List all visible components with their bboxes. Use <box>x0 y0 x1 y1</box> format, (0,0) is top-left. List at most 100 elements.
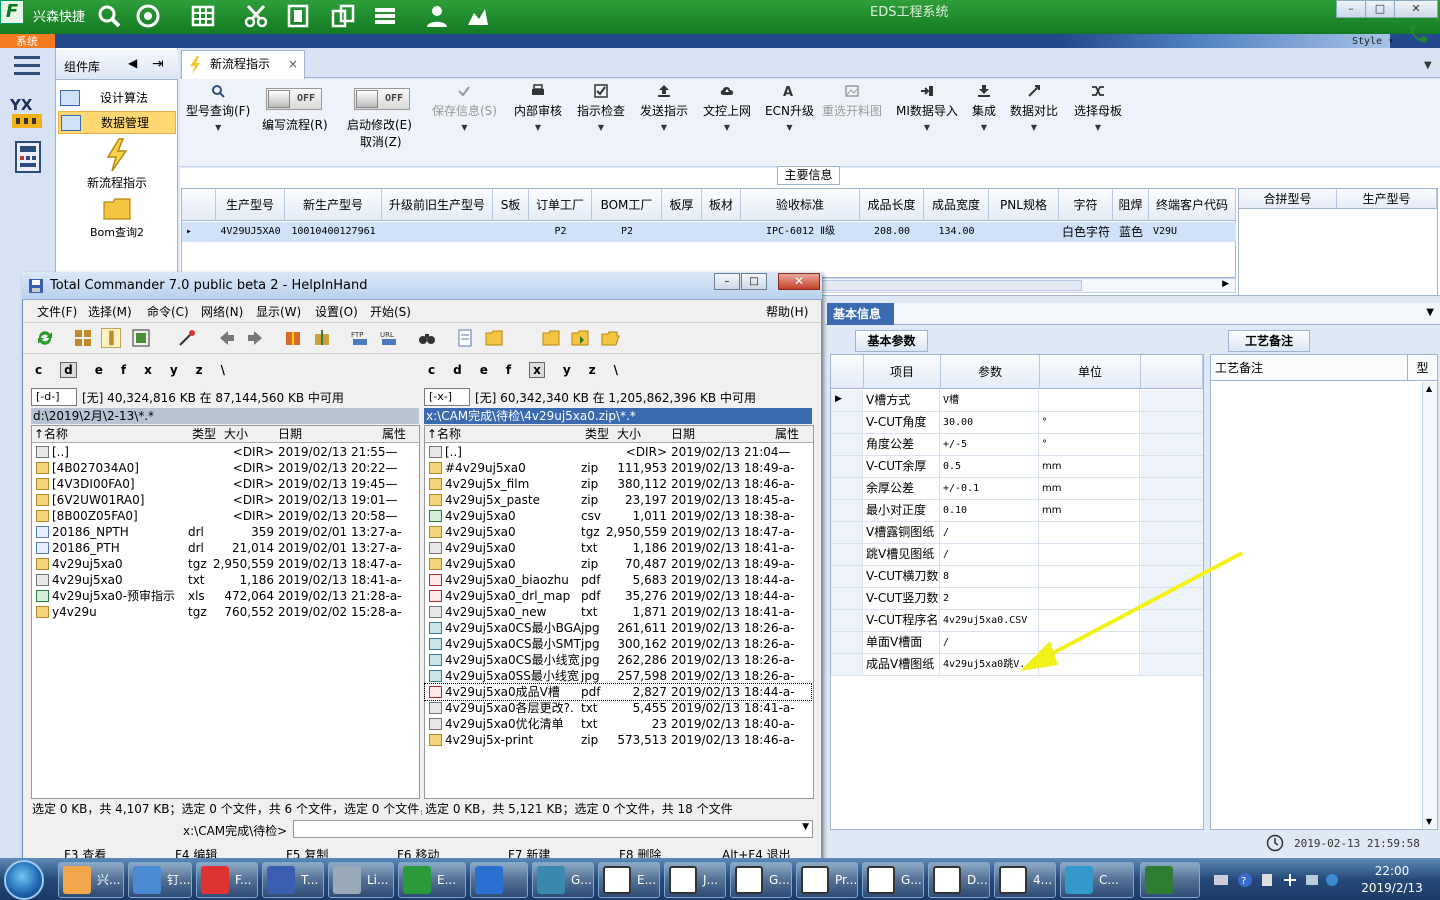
copy-icon[interactable] <box>330 3 356 29</box>
reselect-material-button[interactable]: 重选开料图 <box>822 84 882 119</box>
param-value[interactable]: 0.10 <box>941 500 1039 521</box>
ecn-upgrade-button[interactable]: A ECN升级 ▼ <box>765 84 814 132</box>
column-header[interactable]: 类型 <box>192 426 216 442</box>
param-row[interactable]: V-CUT角度 30.00 ° <box>831 412 1203 434</box>
drive-button[interactable]: f <box>506 363 511 377</box>
chevron-down-icon[interactable]: ▼ <box>1426 307 1434 318</box>
column-header[interactable]: 成品宽度 <box>924 189 989 221</box>
file-row[interactable]: 4v29uj5xa0 tgz 2,950,559 2019/02/13 18:47-a… <box>425 524 811 540</box>
column-header[interactable]: 订单工厂 <box>529 189 592 221</box>
menu-file[interactable]: 文件(F) <box>37 303 77 320</box>
file-row[interactable]: [8B00Z05FA0] <DIR> 2019/02/13 20:58— <box>32 508 418 524</box>
file-row[interactable]: 20186_PTH drl 21,014 2019/02/01 13:27-a- <box>32 540 418 556</box>
yx-tool-icon[interactable]: YX <box>8 94 48 134</box>
drive-button[interactable]: \ <box>614 363 618 377</box>
menu-select[interactable]: 选择(M) <box>88 303 132 320</box>
param-row[interactable]: 最小对正度 0.10 mm <box>831 500 1203 522</box>
style-menu[interactable]: Style ▾ <box>1352 36 1394 47</box>
column-header[interactable]: 新生产型号 <box>285 189 382 221</box>
tab-new-flow[interactable]: 新流程指示 × <box>181 50 305 79</box>
hamburger-menu-icon[interactable] <box>14 55 40 77</box>
menu-start[interactable]: 开始(S) <box>370 303 411 320</box>
url-icon[interactable]: URL <box>379 328 399 348</box>
drive-button[interactable]: c <box>428 363 435 377</box>
folder-arrow-icon[interactable] <box>570 328 590 348</box>
column-header[interactable]: ↑名称 <box>34 426 68 442</box>
minimize-button[interactable]: – <box>1336 0 1366 18</box>
tray-icons[interactable]: ? <box>1212 871 1340 889</box>
table-cell[interactable]: 208.00 <box>860 222 924 242</box>
table-cell[interactable]: IPC-6012 Ⅱ级 <box>741 222 860 242</box>
file-row[interactable]: 4v29uj5x_film zip 380,112 2019/02/13 18:46-… <box>425 476 811 492</box>
menu-settings[interactable]: 设置(O) <box>315 303 358 320</box>
column-header[interactable]: 板厚 <box>662 189 702 221</box>
right-path-bar[interactable]: x:\CAM完成\待检\4v29uj5xa0.zip\*.* <box>424 408 812 424</box>
file-row[interactable]: 4v29uj5xa0 csv 1,011 2019/02/13 18:38-a- <box>425 508 811 524</box>
scroll-down-icon[interactable]: ▼ <box>1426 817 1432 826</box>
table-cell[interactable]: P2 <box>592 222 662 242</box>
column-header[interactable]: 属性 <box>775 426 799 442</box>
taskbar-button[interactable]: 兴... <box>58 862 124 898</box>
wand-icon[interactable] <box>177 328 197 348</box>
column-header[interactable]: 字符 <box>1059 189 1113 221</box>
taskbar-button[interactable]: D... <box>928 862 990 898</box>
indicate-check-button[interactable]: 指示检查 ▼ <box>577 84 625 132</box>
file-row[interactable]: y4v29u tgz 760,552 2019/02/02 15:28-a- <box>32 604 418 620</box>
taskbar-button[interactable]: E... <box>598 862 660 898</box>
taskbar-button[interactable]: 4... <box>994 862 1056 898</box>
right-drive-select[interactable]: [-x-] <box>424 388 470 406</box>
tab-craft-notes[interactable]: 工艺备注 <box>1228 330 1310 352</box>
select-mother-button[interactable]: 选择母板 ▼ <box>1074 84 1122 132</box>
file-row[interactable]: [..] <DIR> 2019/02/13 21:04— <box>425 444 811 460</box>
integrate-button[interactable]: 集成 ▼ <box>972 84 996 132</box>
tc-maximize-button[interactable]: □ <box>741 273 767 290</box>
taskbar-button[interactable]: J... <box>664 862 726 898</box>
table-cell[interactable] <box>382 222 493 242</box>
chevron-down-icon[interactable]: ▼ <box>802 822 809 832</box>
file-row[interactable]: 4v29uj5xa0 txt 1,186 2019/02/13 18:41-a- <box>32 572 418 588</box>
chart-icon[interactable] <box>465 3 491 29</box>
phone-icon[interactable] <box>1406 22 1430 46</box>
file-row[interactable]: [4B027034A0] <DIR> 2019/02/13 20:22— <box>32 460 418 476</box>
tc-close-button[interactable]: ✕ <box>778 273 820 290</box>
nav-item-design-algorithm[interactable]: 设计算法 <box>58 87 176 110</box>
file-row[interactable]: 4v29uj5xa0优化清单 txt 23 2019/02/13 18:40-a- <box>425 716 811 732</box>
column-header[interactable]: 成品长度 <box>860 189 924 221</box>
drive-button[interactable]: d <box>60 362 77 378</box>
column-header[interactable]: ↑名称 <box>427 426 461 442</box>
column-header[interactable]: 生产型号 <box>1337 189 1437 209</box>
column-header[interactable]: 单位 <box>1040 355 1141 389</box>
taskbar-button[interactable]: Pr... <box>796 862 858 898</box>
folder-icon[interactable] <box>484 328 504 348</box>
drive-button[interactable]: c <box>35 363 42 377</box>
param-value[interactable]: 0.5 <box>941 456 1039 477</box>
file-row[interactable]: 4v29uj5xa0CS最小BGA jpg 261,611 2019/02/13 18… <box>425 620 811 636</box>
file-row[interactable]: 4v29uj5xa0_drl_map pdf 35,276 2019/02/13 18… <box>425 588 811 604</box>
tray-clock[interactable]: 22:00 2019/2/13 <box>1352 863 1432 897</box>
file-row[interactable]: #4v29uj5xa0 zip 111,953 2019/02/13 18:49-a- <box>425 460 811 476</box>
menu-view[interactable]: 显示(W) <box>256 303 301 320</box>
menu-help[interactable]: 帮助(H) <box>766 303 808 320</box>
thumbnail-view-icon[interactable] <box>131 328 151 348</box>
scroll-right-icon[interactable]: ▶ <box>1222 279 1229 289</box>
param-value[interactable]: +/-0.1 <box>941 478 1039 499</box>
drive-button[interactable]: e <box>480 363 488 377</box>
drive-button[interactable]: e <box>95 363 103 377</box>
file-row[interactable]: 4v29uj5xa0-预审指示 xls 472,064 2019/02/13 21:2… <box>32 588 418 604</box>
file-row[interactable]: 4v29uj5xa0_new txt 1,871 2019/02/13 18:41-a… <box>425 604 811 620</box>
notepad-icon[interactable] <box>455 328 475 348</box>
tab-basic-params[interactable]: 基本参数 <box>855 330 928 352</box>
column-header[interactable]: 终端客户代码 <box>1149 189 1236 221</box>
file-row[interactable]: 20186_NPTH drl 359 2019/02/01 13:27-a- <box>32 524 418 540</box>
refresh-icon[interactable] <box>35 328 55 348</box>
taskbar-button[interactable]: C... <box>1060 862 1134 898</box>
grid-icon[interactable] <box>190 3 216 29</box>
folder-open-icon[interactable] <box>600 328 620 348</box>
film-icon[interactable] <box>285 3 311 29</box>
column-header[interactable]: 日期 <box>278 426 302 442</box>
table-cell[interactable] <box>702 222 741 242</box>
command-input[interactable]: ▼ <box>293 820 813 838</box>
left-drive-select[interactable]: [-d-] <box>31 388 77 406</box>
file-row[interactable]: [6V2UW01RA0] <DIR> 2019/02/13 19:01— <box>32 492 418 508</box>
param-row[interactable]: 余厚公差 +/-0.1 mm <box>831 478 1203 500</box>
